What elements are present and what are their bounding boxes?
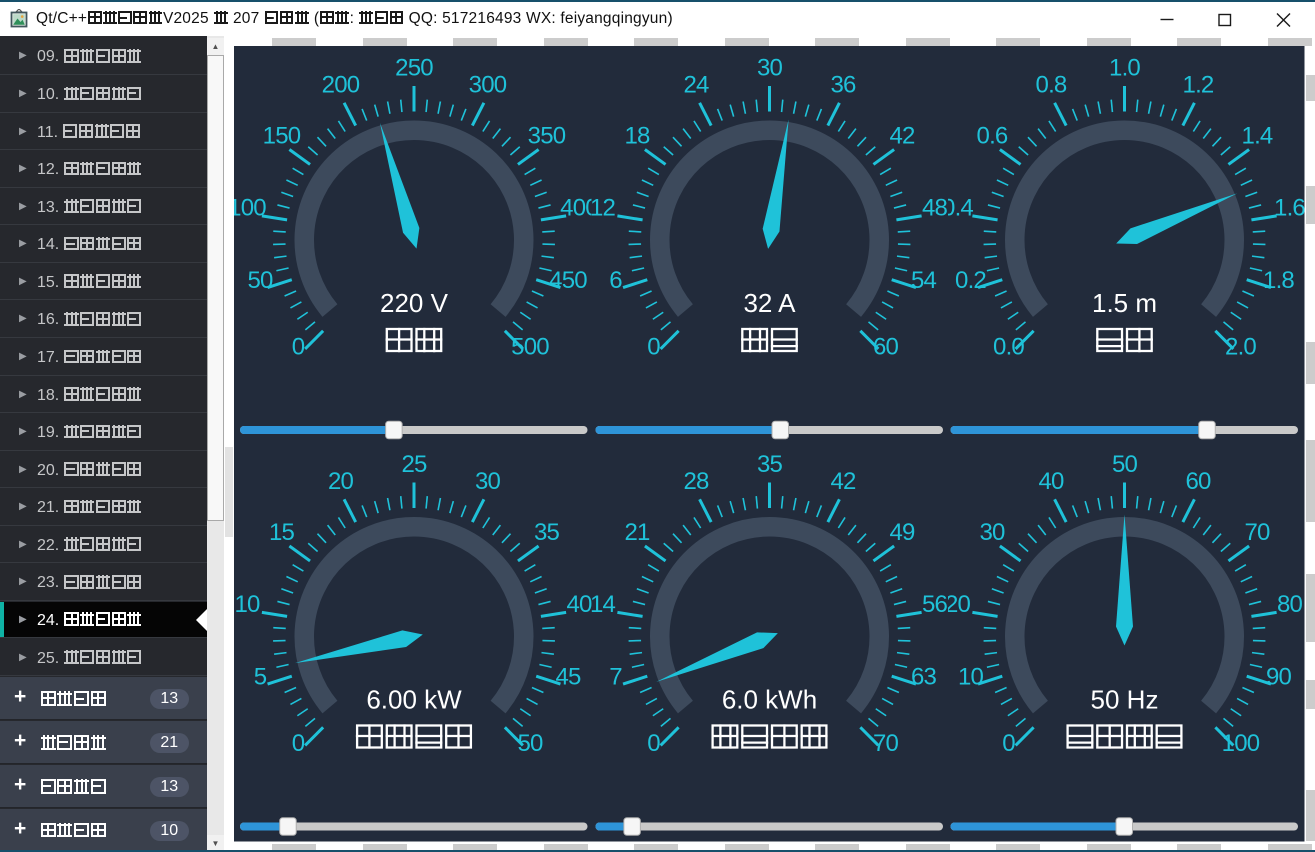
svg-text:200: 200 — [322, 72, 360, 99]
svg-text:30: 30 — [757, 55, 783, 82]
svg-text:0.8: 0.8 — [1036, 72, 1067, 99]
svg-text:90: 90 — [1266, 664, 1292, 691]
svg-text:1.6: 1.6 — [1274, 195, 1305, 222]
svg-text:60: 60 — [873, 334, 899, 361]
svg-text:300: 300 — [469, 72, 507, 99]
svg-text:6: 6 — [609, 267, 622, 294]
svg-text:220 V: 220 V — [380, 288, 449, 318]
svg-text:50: 50 — [247, 267, 273, 294]
svg-text:1.5 m: 1.5 m — [1092, 288, 1157, 318]
svg-text:18: 18 — [624, 123, 650, 150]
svg-text:10: 10 — [234, 591, 260, 618]
svg-text:25: 25 — [401, 451, 427, 478]
svg-text:1.4: 1.4 — [1242, 123, 1273, 150]
svg-text:7: 7 — [609, 664, 622, 691]
svg-text:0.6: 0.6 — [977, 123, 1008, 150]
svg-text:48: 48 — [922, 195, 948, 222]
svg-text:49: 49 — [889, 519, 915, 546]
svg-text:56: 56 — [922, 591, 948, 618]
svg-text:0: 0 — [647, 730, 660, 757]
svg-text:150: 150 — [263, 123, 301, 150]
svg-text:0: 0 — [1002, 730, 1015, 757]
svg-text:20: 20 — [328, 468, 354, 495]
svg-text:350: 350 — [528, 123, 566, 150]
svg-text:500: 500 — [511, 334, 549, 361]
svg-text:45: 45 — [555, 664, 581, 691]
svg-text:100: 100 — [1222, 730, 1260, 757]
svg-text:20: 20 — [945, 591, 971, 618]
svg-text:5: 5 — [254, 664, 267, 691]
svg-text:0.2: 0.2 — [955, 267, 986, 294]
svg-text:6.00 kW: 6.00 kW — [366, 685, 462, 715]
svg-text:6.0 kWh: 6.0 kWh — [722, 685, 817, 715]
svg-text:60: 60 — [1185, 468, 1211, 495]
svg-text:42: 42 — [889, 123, 915, 150]
svg-text:40: 40 — [566, 591, 592, 618]
svg-text:15: 15 — [269, 519, 295, 546]
svg-text:70: 70 — [1244, 519, 1270, 546]
svg-text:35: 35 — [534, 519, 560, 546]
svg-text:63: 63 — [911, 664, 937, 691]
svg-text:54: 54 — [911, 267, 937, 294]
svg-text:2.0: 2.0 — [1225, 334, 1256, 361]
svg-text:80: 80 — [1277, 591, 1303, 618]
svg-text:1.8: 1.8 — [1263, 267, 1294, 294]
svg-text:0: 0 — [292, 334, 305, 361]
svg-text:50: 50 — [1112, 451, 1138, 478]
svg-text:100: 100 — [234, 195, 266, 222]
svg-text:36: 36 — [830, 72, 856, 99]
svg-text:250: 250 — [395, 55, 433, 82]
svg-text:30: 30 — [979, 519, 1005, 546]
svg-text:21: 21 — [624, 519, 650, 546]
svg-text:24: 24 — [683, 72, 709, 99]
svg-text:70: 70 — [873, 730, 899, 757]
svg-text:0: 0 — [647, 334, 660, 361]
svg-text:450: 450 — [549, 267, 587, 294]
svg-text:42: 42 — [830, 468, 856, 495]
svg-text:28: 28 — [683, 468, 709, 495]
svg-text:50: 50 — [517, 730, 543, 757]
svg-text:0: 0 — [292, 730, 305, 757]
svg-text:35: 35 — [757, 451, 783, 478]
svg-text:14: 14 — [590, 591, 616, 618]
svg-text:1.2: 1.2 — [1183, 72, 1214, 99]
svg-text:0.0: 0.0 — [993, 334, 1024, 361]
svg-text:1.0: 1.0 — [1109, 55, 1140, 82]
svg-text:12: 12 — [590, 195, 616, 222]
svg-text:10: 10 — [958, 664, 984, 691]
svg-text:50 Hz: 50 Hz — [1091, 685, 1159, 715]
svg-text:30: 30 — [475, 468, 501, 495]
svg-text:32 A: 32 A — [743, 288, 796, 318]
svg-text:40: 40 — [1038, 468, 1064, 495]
